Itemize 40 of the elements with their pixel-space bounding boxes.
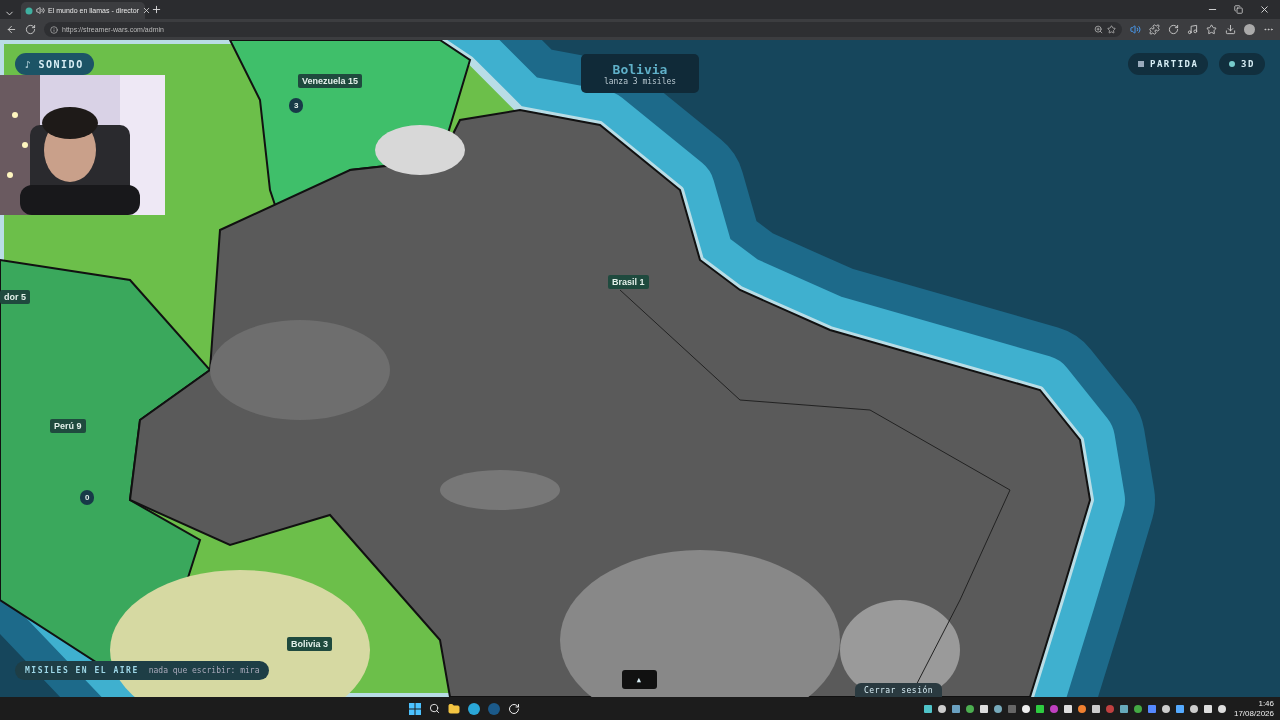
- new-tab-icon[interactable]: [151, 3, 162, 15]
- reload-icon[interactable]: [25, 24, 36, 35]
- zoom-icon[interactable]: [1094, 25, 1103, 34]
- region-label: Bolivia 3: [287, 637, 332, 651]
- region-label: dor 5: [0, 290, 30, 304]
- region-label: Venezuela 15: [298, 74, 363, 88]
- close-icon[interactable]: [142, 6, 152, 15]
- avatar-icon[interactable]: [1244, 24, 1255, 35]
- mode-button[interactable]: PARTIDA: [1128, 53, 1209, 75]
- close-icon[interactable]: [1259, 4, 1270, 15]
- sound-button[interactable]: ♪ SONIDO: [15, 53, 94, 75]
- event-subtitle: lanza 3 misiles: [603, 76, 677, 86]
- speaker-icon[interactable]: [1130, 24, 1141, 35]
- star-icon[interactable]: [1206, 24, 1217, 35]
- speaker-icon[interactable]: [36, 6, 45, 15]
- reload-icon[interactable]: [1168, 24, 1179, 35]
- star-icon[interactable]: [1107, 25, 1116, 34]
- folder-icon[interactable]: [448, 702, 461, 715]
- clock-date[interactable]: 17/08/2026: [1233, 708, 1274, 718]
- region-label: Perú 9: [50, 419, 86, 433]
- dot-icon: [1229, 61, 1235, 67]
- mode-button[interactable]: 3D: [1219, 53, 1265, 75]
- download-icon[interactable]: [1225, 24, 1236, 35]
- clock-time[interactable]: 1:46: [1258, 699, 1274, 709]
- region-label: Brasil 1: [608, 275, 649, 289]
- favicon-icon: [25, 6, 33, 15]
- restore-icon[interactable]: [1234, 4, 1243, 15]
- event-title: Bolivia: [612, 61, 668, 77]
- square-icon: [1138, 61, 1144, 67]
- site-info-icon[interactable]: [50, 25, 58, 34]
- back-icon[interactable]: [6, 24, 17, 35]
- app-icon[interactable]: [508, 702, 521, 715]
- search-icon[interactable]: [429, 703, 441, 714]
- music-icon[interactable]: [1187, 24, 1198, 35]
- puzzle-icon[interactable]: [1149, 24, 1160, 35]
- logout-button[interactable]: Cerrar sesión: [855, 683, 943, 697]
- start-icon[interactable]: [409, 702, 422, 715]
- note-icon: ♪: [25, 58, 33, 70]
- ticker-label: MISILES EN EL AIRE: [25, 666, 139, 675]
- ticker-text: nada que escribir: mira: [148, 666, 260, 675]
